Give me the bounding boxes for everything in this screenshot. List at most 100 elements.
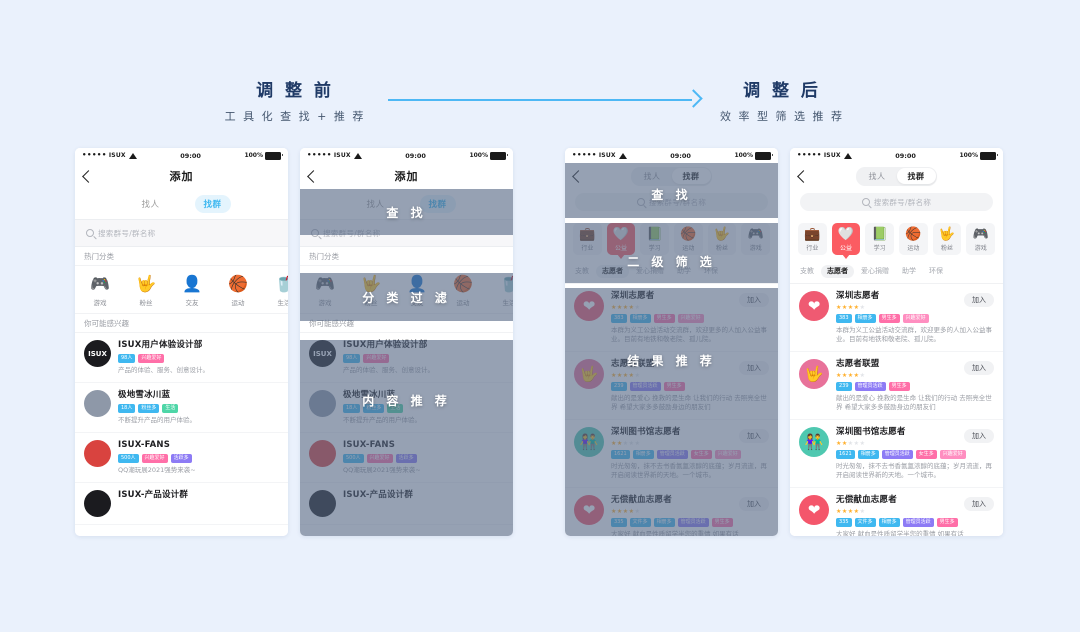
group-list: ❤ 深圳志愿者 ★★★★★ 383 相册多 男生多 兴趣爱好 本群为义工公益活动… [790, 284, 1003, 536]
tag-group: 98人 兴趣爱好 [118, 354, 279, 363]
hot-category-gamepad[interactable]: 🎮 游戏 [310, 274, 340, 307]
list-item[interactable]: 👫 深圳图书馆志愿者 ★★★★★ 1621 相册多 管理员活跃 女生多 兴趣爱好… [565, 420, 778, 488]
hot-category-label: 交友 [410, 299, 424, 307]
subfilter-donation[interactable]: 爱心捐赠 [861, 266, 889, 276]
wifi-icon [843, 152, 852, 159]
tag-group: 18人 粉丝多 生活 [343, 404, 504, 413]
join-button[interactable]: 加入 [739, 497, 769, 511]
category-label: 粉丝 [716, 245, 729, 252]
subfilter-donation[interactable]: 爱心捐赠 [636, 266, 664, 276]
hot-category-fans[interactable]: 🤟 粉丝 [356, 274, 386, 307]
search-input[interactable]: 搜索群号/群名称 [874, 197, 931, 208]
subfilter-teaching[interactable]: 支教 [800, 266, 814, 276]
avatar: 🤟 [574, 359, 604, 389]
join-button[interactable]: 加入 [964, 293, 994, 307]
tag-group: 335 文件多 相册多 管理员活跃 男生多 [836, 518, 994, 527]
category-charity[interactable]: 🤍 公益 [831, 223, 861, 259]
list-item[interactable]: 极地雪冰川蓝 18人 粉丝多 生活 不断提升产品的用户体验。 [300, 383, 513, 433]
category-fans[interactable]: 🤟 粉丝 [707, 223, 737, 255]
hot-category-life[interactable]: 🥤 生活 [269, 274, 288, 307]
tab-find-people[interactable]: 找人 [357, 195, 393, 213]
join-button[interactable]: 加入 [739, 361, 769, 375]
list-item[interactable]: ❤ 深圳志愿者 ★★★★★ 383 相册多 男生多 兴趣爱好 本群为义工公益活动… [565, 284, 778, 352]
nav-bar: 添加 [300, 163, 513, 189]
subfilter-volunteer[interactable]: 志愿者 [821, 264, 854, 278]
tag: 335 [836, 518, 852, 527]
list-item[interactable]: ❤ 无偿献血志愿者 ★★★★★ 335 文件多 相册多 管理员活跃 男生多 大家… [790, 488, 1003, 536]
list-item-desc: 大家好 献血是性质留学半您的重情 如果有话 [611, 530, 739, 536]
friends-icon: 👤 [407, 274, 427, 293]
category-sports[interactable]: 🏀 运动 [899, 223, 928, 255]
list-item[interactable]: ISUX-FANS 500人 兴趣爱好 活跃多 QQ潮玩展2021强势来袭~ [75, 433, 288, 483]
search-icon [311, 229, 319, 237]
tab-find-people[interactable]: 找人 [858, 168, 897, 184]
tag: 男生多 [653, 314, 675, 323]
search-input[interactable]: 搜索群号/群名称 [98, 228, 155, 239]
category-industry[interactable]: 💼 行业 [798, 223, 827, 255]
hot-category-fans[interactable]: 🤟 粉丝 [131, 274, 161, 307]
tag-group: 1621 相册多 管理员活跃 女生多 兴趣爱好 [611, 450, 769, 459]
hot-category-life[interactable]: 🥤 生活 [494, 274, 513, 307]
join-button[interactable]: 加入 [964, 361, 994, 375]
list-item[interactable]: 👫 深圳图书馆志愿者 ★★★★★ 1621 相册多 管理员活跃 女生多 兴趣爱好… [790, 420, 1003, 488]
category-fans[interactable]: 🤟 粉丝 [932, 223, 962, 255]
search-bar[interactable]: 搜索群号/群名称 [300, 219, 513, 247]
list-item[interactable]: 极地雪冰川蓝 18人 粉丝多 生活 不断提升产品的用户体验。 [75, 383, 288, 433]
tab-find-groups[interactable]: 找群 [671, 168, 711, 184]
join-button[interactable]: 加入 [964, 429, 994, 443]
tab-find-groups[interactable]: 找群 [419, 195, 456, 213]
subfilter-aid[interactable]: 助学 [677, 266, 691, 276]
hot-category-friends[interactable]: 👤 交友 [402, 274, 432, 307]
search-input[interactable]: 搜索群号/群名称 [323, 228, 380, 239]
tab-find-groups[interactable]: 找群 [896, 168, 936, 184]
tag: 兴趣爱好 [677, 314, 704, 323]
page-title: 添加 [394, 170, 419, 183]
search-input[interactable]: 搜索群号/群名称 [649, 197, 706, 208]
category-charity[interactable]: 🤍 公益 [606, 223, 636, 259]
list-item[interactable]: ISUX-产品设计群 [300, 483, 513, 525]
briefcase-icon: 💼 [579, 227, 596, 242]
category-sports[interactable]: 🏀 运动 [674, 223, 703, 255]
hot-category-gamepad[interactable]: 🎮 游戏 [85, 274, 115, 307]
clock-label: 09:00 [895, 151, 916, 160]
list-item[interactable]: ISUX ISUX用户体验设计部 98人 兴趣爱好 产品的体验、服务、创意设计。 [75, 333, 288, 383]
category-industry[interactable]: 💼 行业 [573, 223, 602, 255]
join-button[interactable]: 加入 [964, 497, 994, 511]
subfilter-aid[interactable]: 助学 [902, 266, 916, 276]
category-games[interactable]: 🎮 游戏 [966, 223, 996, 255]
avatar [309, 390, 336, 417]
list-item[interactable]: ISUX ISUX用户体验设计部 98人 兴趣爱好 产品的体验、服务、创意设计。 [300, 333, 513, 383]
subfilter-environment[interactable]: 环保 [704, 266, 718, 276]
search-bar[interactable]: 搜索群号/群名称 [800, 193, 993, 211]
tag-group: 1621 相册多 管理员活跃 女生多 兴趣爱好 [836, 450, 994, 459]
list-item[interactable]: ❤ 无偿献血志愿者 ★★★★★ 335 文件多 相册多 管理员活跃 男生多 大家… [565, 488, 778, 536]
tab-find-people[interactable]: 找人 [633, 168, 672, 184]
list-item[interactable]: ISUX-产品设计群 [75, 483, 288, 525]
hot-category-friends[interactable]: 👤 交友 [177, 274, 207, 307]
list-item[interactable]: ISUX-FANS 500人 兴趣爱好 活跃多 QQ潮玩展2021强势来袭~ [300, 433, 513, 483]
subfilter-volunteer[interactable]: 志愿者 [596, 264, 629, 278]
hot-category-sports[interactable]: 🏀 运动 [448, 274, 478, 307]
carrier-label: ISUX [598, 152, 616, 159]
category-study[interactable]: 📗 学习 [640, 223, 670, 255]
subfilter-environment[interactable]: 环保 [929, 266, 943, 276]
screen-before-annotated: ••••• ISUX 09:00 100% 添加 找人 找群 搜索群号/群名称 … [300, 148, 513, 536]
list-item[interactable]: 🤟 志愿者联盟 ★★★★★ 239 管理员活跃 男生多 献出的是爱心 挽救的是生… [790, 352, 1003, 420]
signal-dots-icon: ••••• [82, 151, 107, 159]
join-button[interactable]: 加入 [739, 429, 769, 443]
search-bar[interactable]: 搜索群号/群名称 [575, 193, 768, 211]
hot-category-sports[interactable]: 🏀 运动 [223, 274, 253, 307]
category-study[interactable]: 📗 学习 [865, 223, 895, 255]
tab-find-people[interactable]: 找人 [132, 195, 168, 213]
tab-find-groups[interactable]: 找群 [194, 195, 231, 213]
tag: 335 [611, 518, 627, 527]
join-button[interactable]: 加入 [739, 293, 769, 307]
list-item[interactable]: ❤ 深圳志愿者 ★★★★★ 383 相册多 男生多 兴趣爱好 本群为义工公益活动… [790, 284, 1003, 352]
subfilter-teaching[interactable]: 支教 [575, 266, 589, 276]
list-item-desc: 不断提升产品的用户体验。 [343, 416, 421, 424]
tag: 1621 [611, 450, 630, 459]
category-games[interactable]: 🎮 游戏 [741, 223, 771, 255]
list-item[interactable]: 🤟 志愿者联盟 ★★★★★ 239 管理员活跃 男生多 献出的是爱心 挽救的是生… [565, 352, 778, 420]
friends-icon: 👤 [182, 274, 202, 293]
search-bar[interactable]: 搜索群号/群名称 [75, 219, 288, 247]
